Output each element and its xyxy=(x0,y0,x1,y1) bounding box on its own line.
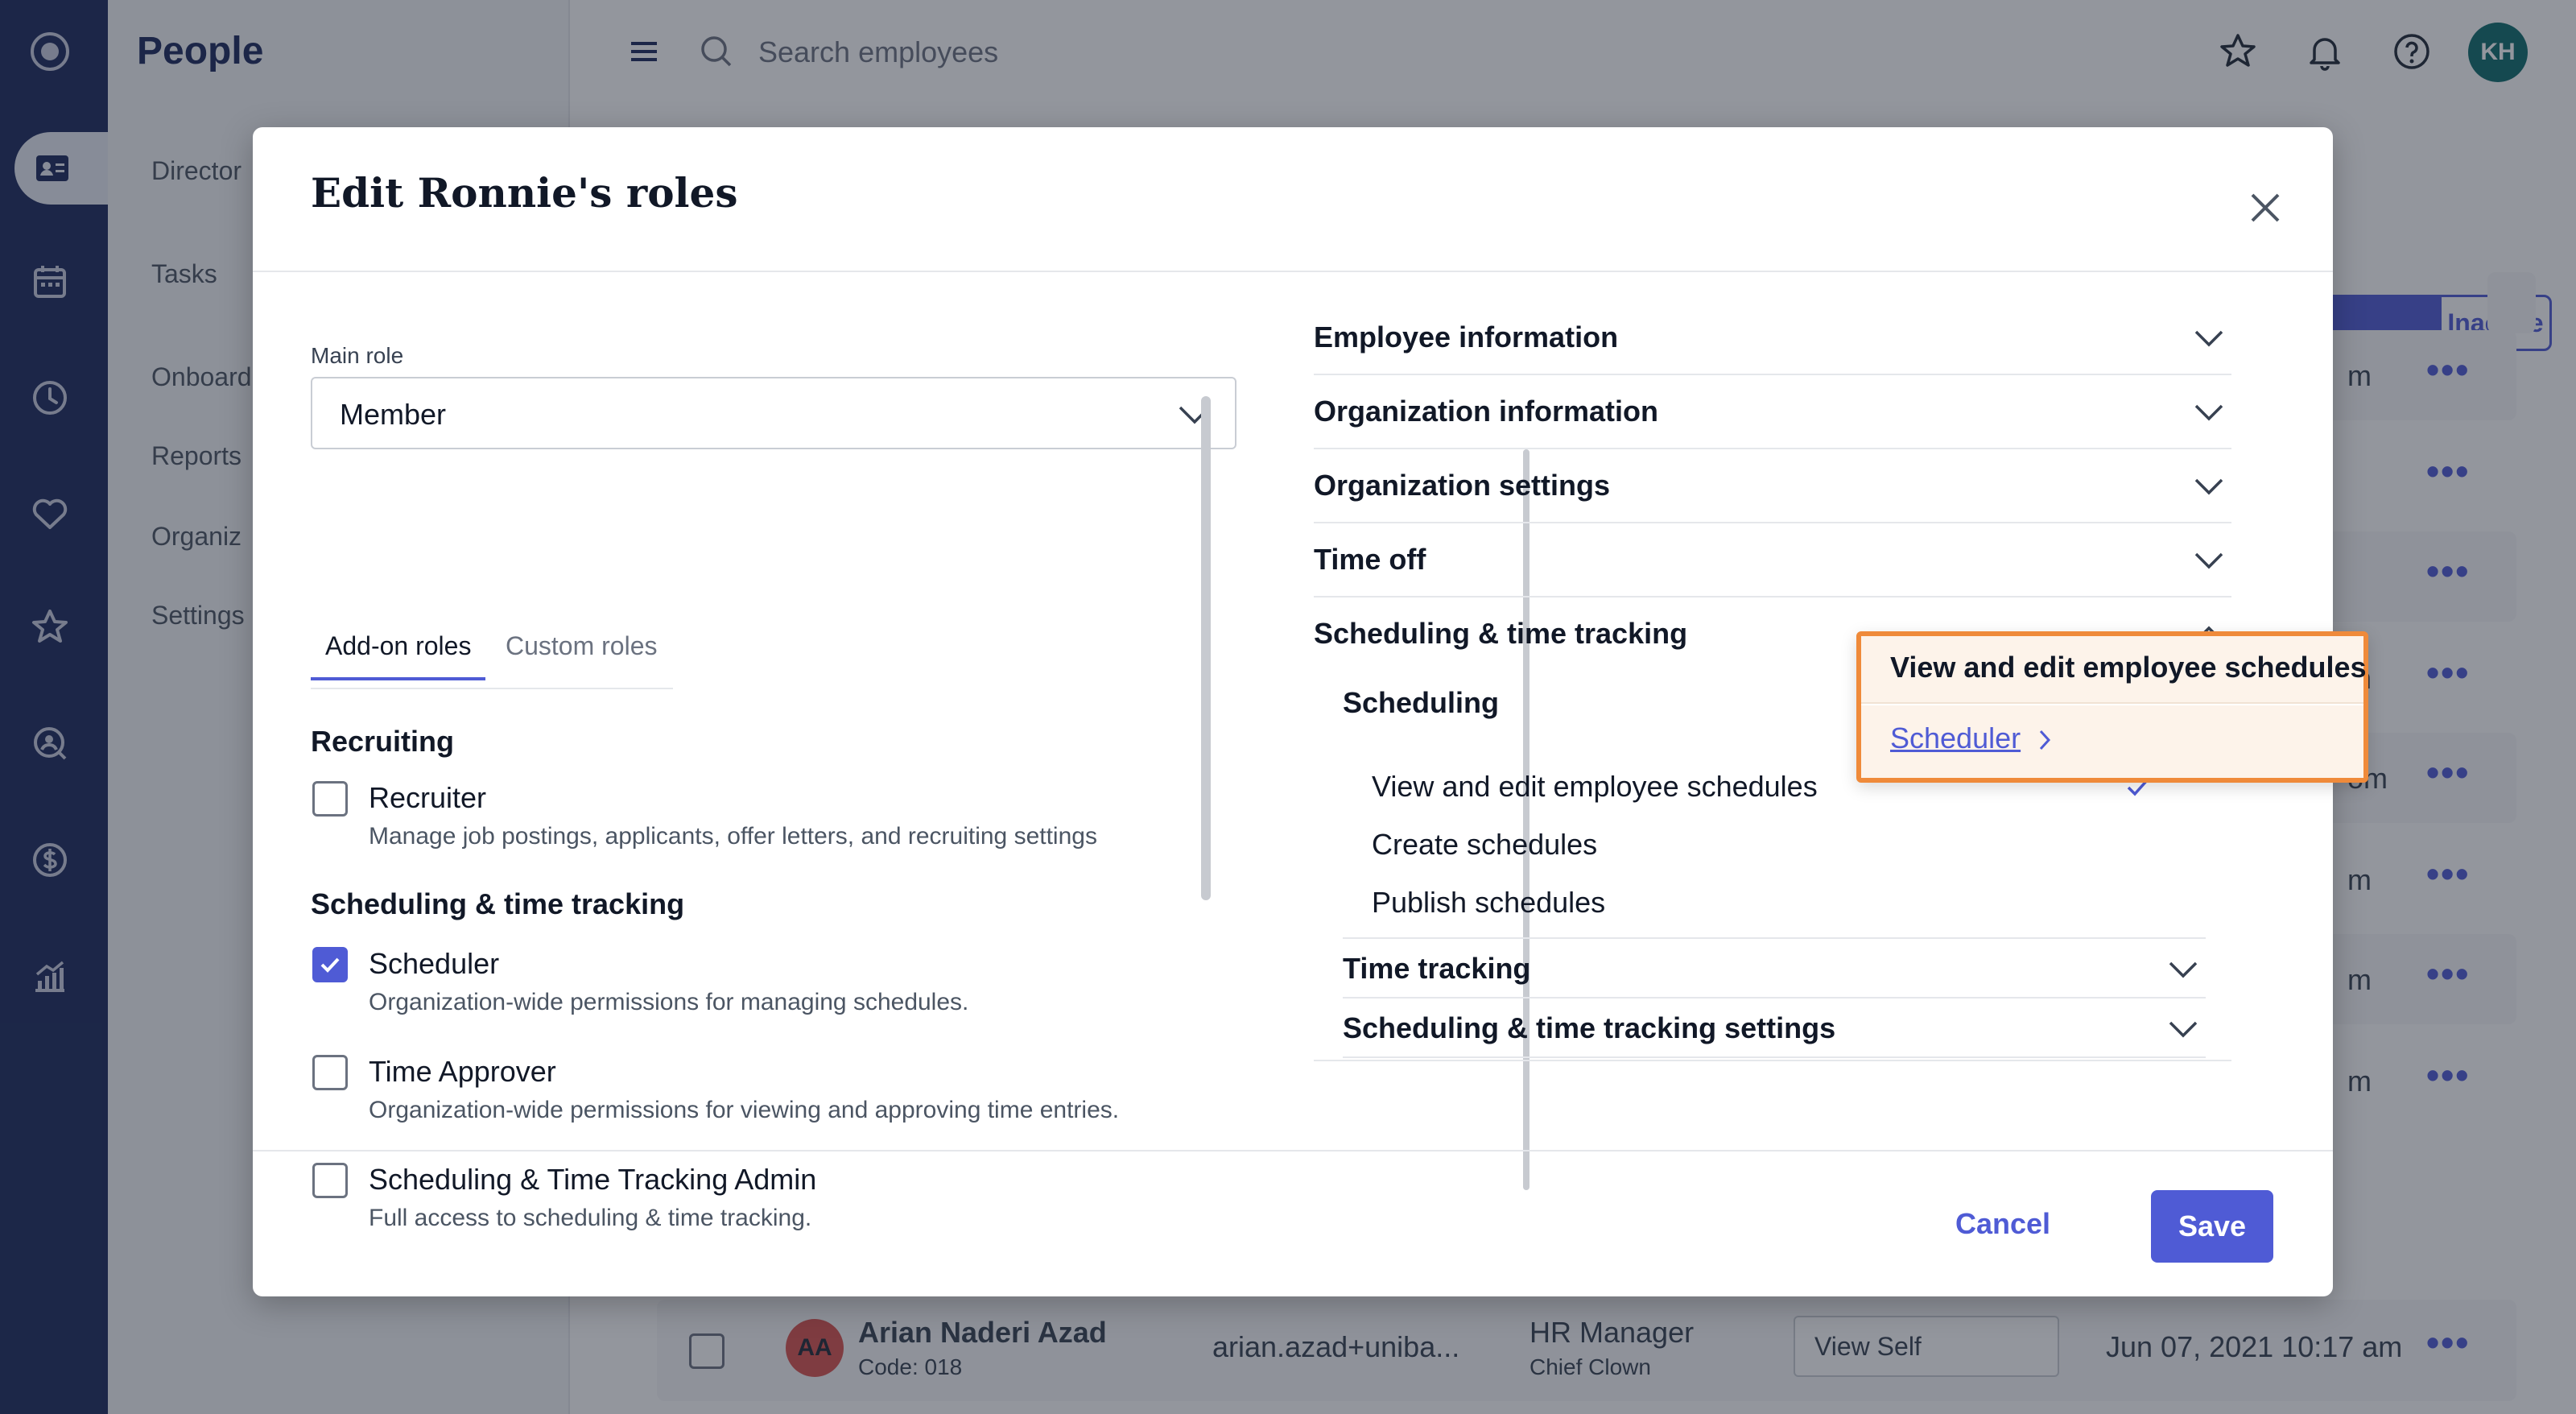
chevron-down-icon xyxy=(2193,473,2225,499)
edit-roles-dialog: Edit Ronnie's roles Main role Member Add… xyxy=(253,127,2368,1296)
add-on-roles-pane: Main role Member Add-on roles Custom rol… xyxy=(311,335,1236,1245)
chevron-down-icon xyxy=(2167,1016,2199,1042)
close-icon xyxy=(2251,193,2280,222)
chevron-down-icon xyxy=(2193,548,2225,573)
close-button[interactable] xyxy=(2236,179,2294,237)
group-organization-settings[interactable]: Organization settings xyxy=(1314,449,2231,523)
dialog-title: Edit Ronnie's roles xyxy=(311,169,738,217)
time-approver-checkbox[interactable] xyxy=(312,1055,348,1090)
group-time-off[interactable]: Time off xyxy=(1314,523,2231,597)
chevron-down-icon xyxy=(2193,399,2225,425)
recruiter-checkbox[interactable] xyxy=(312,781,348,817)
subgroup-scheduling[interactable]: Scheduling xyxy=(1343,686,1499,720)
save-button[interactable]: Save xyxy=(2151,1190,2273,1263)
popover-title: View and edit employee schedules xyxy=(1890,651,2367,684)
checkmark-icon xyxy=(320,957,340,973)
section-scheduling: Scheduling & time tracking xyxy=(311,887,685,920)
main-role-select[interactable]: Member xyxy=(311,377,1236,449)
chevron-down-icon xyxy=(2193,325,2225,351)
scheduler-checkbox[interactable] xyxy=(312,947,348,982)
scheduling-admin-checkbox[interactable] xyxy=(312,1163,348,1198)
subgroup-scheduling-settings[interactable]: Scheduling & time tracking settings xyxy=(1343,998,2206,1058)
chevron-right-icon xyxy=(2039,730,2051,750)
main-role-label: Main role xyxy=(311,343,404,368)
permission-popover: View and edit employee schedules Schedul… xyxy=(1856,631,2368,783)
subgroup-time-tracking[interactable]: Time tracking xyxy=(1343,939,2206,998)
chevron-down-icon xyxy=(2167,957,2199,982)
section-recruiting: Recruiting xyxy=(311,725,455,758)
group-organization-information[interactable]: Organization information xyxy=(1314,375,2231,449)
permission-publish-schedules[interactable]: Publish schedules xyxy=(1372,886,1605,920)
permission-view-edit-schedules[interactable]: View and edit employee schedules xyxy=(1372,770,1818,804)
group-employee-information[interactable]: Employee information xyxy=(1314,301,2231,375)
tab-add-on-roles[interactable]: Add-on roles xyxy=(311,631,486,680)
popover-scheduler-link[interactable]: Scheduler xyxy=(1890,721,2021,755)
right-scrollbar[interactable] xyxy=(1201,396,1211,900)
permission-create-schedules[interactable]: Create schedules xyxy=(1372,828,1597,862)
cancel-button[interactable]: Cancel xyxy=(1922,1189,2083,1259)
tab-custom-roles[interactable]: Custom roles xyxy=(491,631,672,677)
